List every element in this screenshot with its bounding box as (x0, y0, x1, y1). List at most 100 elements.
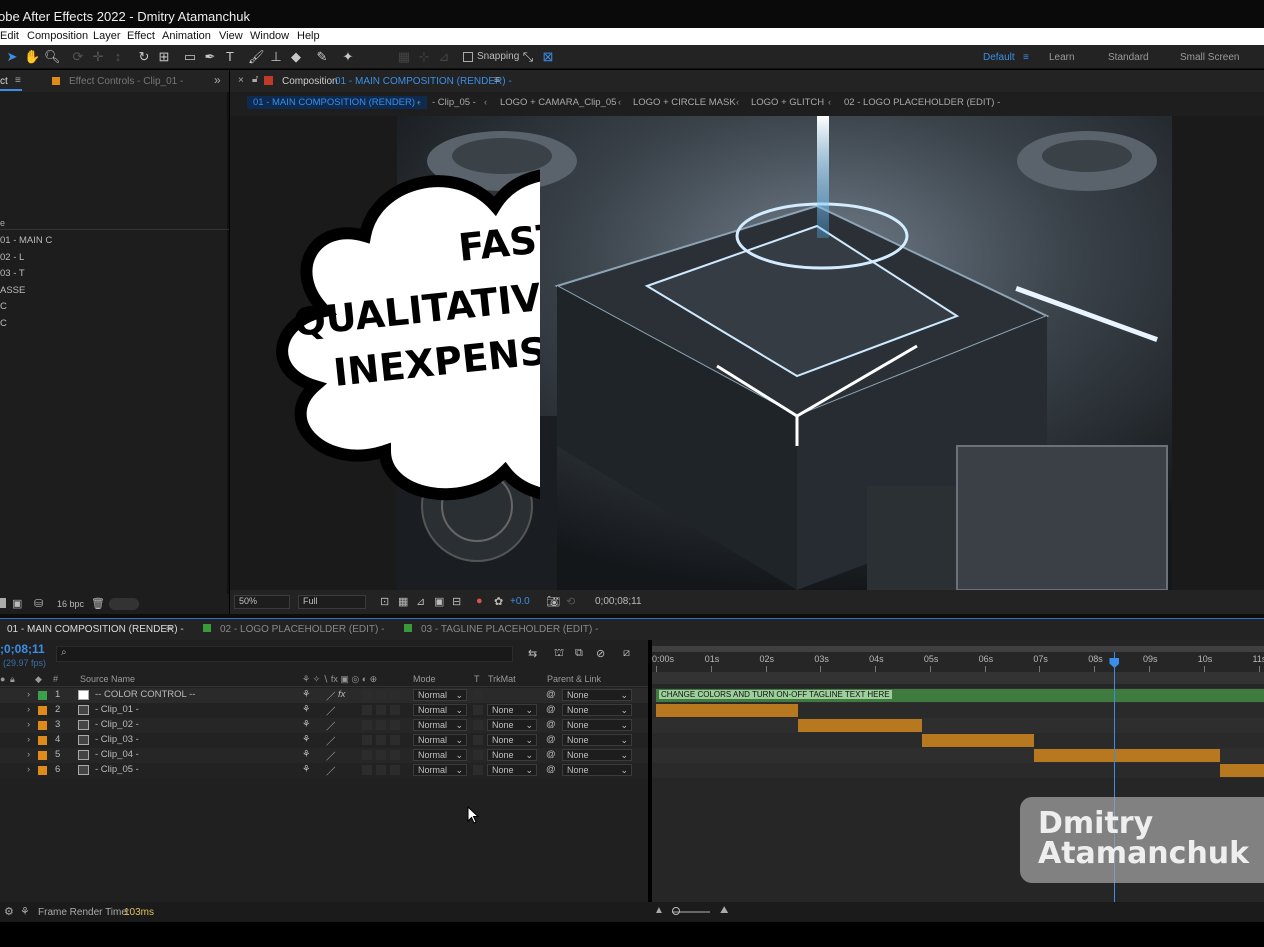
reset-exposure-icon[interactable]: ✿ (494, 595, 503, 608)
layer-row[interactable]: › 1 -- COLOR CONTROL -- ⚘ ／ fx Normal ⌄ @ None ⌄ (0, 688, 648, 703)
layer-source-name[interactable]: -- COLOR CONTROL -- (95, 689, 195, 700)
pan-behind-tool-icon[interactable]: ⊞ (156, 49, 172, 65)
3d-switch[interactable] (390, 750, 400, 760)
type-tool-icon[interactable]: T (222, 49, 238, 65)
shy-switch-icon[interactable]: ⚘ (302, 764, 311, 775)
layer-source-name[interactable]: - Clip_05 - (95, 764, 139, 775)
expand-chevron-icon[interactable]: › (27, 734, 30, 745)
3d-switch[interactable] (390, 765, 400, 775)
adjustment-switch[interactable] (376, 735, 386, 745)
menu-layer[interactable]: Layer (93, 30, 121, 42)
layer-label-color[interactable] (38, 706, 47, 715)
zoom-slider-handle[interactable] (672, 907, 680, 915)
world-axis-icon[interactable]: ⊹ (416, 49, 432, 65)
blend-mode-select[interactable]: Normal ⌄ (413, 689, 467, 701)
thumbnail-slider[interactable] (109, 598, 139, 610)
interpret-footage-icon[interactable] (0, 598, 6, 608)
blend-mode-select[interactable]: Normal ⌄ (413, 764, 467, 776)
layer-source-name[interactable]: - Clip_03 - (95, 734, 139, 745)
time-ruler[interactable]: 0:00s 01s 02s 03s 04s 05s 06s 07s 08s 09s 10s 11s (652, 652, 1264, 672)
zoom-out-icon[interactable]: ▲ (654, 905, 664, 916)
zoom-tool-icon[interactable]: 🔍︎ (44, 49, 61, 65)
trkmat-select[interactable]: None ⌄ (487, 719, 537, 731)
layer-search-input[interactable]: ⌕ (56, 646, 513, 662)
pick-whip-icon[interactable]: @ (546, 764, 556, 775)
motion-blur-switch[interactable] (362, 750, 372, 760)
color-management-icon[interactable]: ● (476, 595, 483, 607)
timeline-tab-main[interactable]: 01 - MAIN COMPOSITION (RENDER) - (7, 624, 184, 635)
preserve-transparency-toggle[interactable] (473, 735, 483, 745)
panel-menu-icon[interactable]: ≡ (494, 75, 500, 86)
parent-select[interactable]: None ⌄ (562, 749, 632, 761)
layer-row[interactable]: › 4 - Clip_03 - ⚘ ／ Normal ⌄ None ⌄ @ None ⌄ (0, 733, 648, 748)
tab-main-composition[interactable]: 01 - MAIN COMPOSITION (RENDER) - (335, 76, 512, 87)
magnification-select[interactable]: 50% (234, 595, 290, 609)
3d-switch[interactable] (390, 705, 400, 715)
roto-brush-tool-icon[interactable]: ✎ (314, 49, 330, 65)
quality-switch-icon[interactable]: ／ (326, 764, 336, 778)
breadcrumb-logo-camara[interactable]: LOGO + CAMARA_Clip_05 (500, 97, 616, 108)
layer-source-name[interactable]: - Clip_01 - (95, 704, 139, 715)
trkmat-select[interactable]: None ⌄ (487, 704, 537, 716)
parent-select[interactable]: None ⌄ (562, 764, 632, 776)
expand-chevron-icon[interactable]: › (27, 719, 30, 730)
hand-tool-icon[interactable]: ✋ (24, 49, 40, 65)
layer-switches-toggle-icon[interactable]: ⚙ (4, 905, 14, 918)
rectangle-tool-icon[interactable]: ▭ (182, 49, 198, 65)
shy-switch-icon[interactable]: ⚘ (302, 749, 311, 760)
quality-switch-icon[interactable]: ／ (326, 689, 336, 703)
clip-duration-bar[interactable] (921, 734, 1034, 747)
comp-mini-flowchart-icon[interactable]: ⇆ (528, 647, 537, 660)
brush-tool-icon[interactable]: 🖌︎ (248, 49, 265, 65)
trkmat-select[interactable]: None ⌄ (487, 749, 537, 761)
layer-number-header[interactable]: # (53, 674, 58, 684)
resolution-select[interactable]: Full (298, 595, 366, 609)
source-name-header[interactable]: Source Name (80, 674, 135, 684)
snapshot-icon[interactable]: 📷︎ (546, 595, 560, 608)
trkmat-header[interactable]: TrkMat (488, 674, 516, 684)
parent-select[interactable]: None ⌄ (562, 689, 632, 701)
quality-switch-icon[interactable]: ／ (326, 734, 336, 748)
quality-switch-icon[interactable]: ／ (326, 704, 336, 718)
puppet-tool-icon[interactable]: ✦ (340, 49, 356, 65)
shy-switch-icon[interactable]: ⚘ (302, 689, 311, 700)
workspace-default[interactable]: Default (983, 52, 1015, 63)
preserve-transparency-toggle[interactable] (473, 765, 483, 775)
workspace-standard[interactable]: Standard (1108, 52, 1149, 63)
parent-select[interactable]: None ⌄ (562, 734, 632, 746)
clip-duration-bar[interactable] (656, 704, 799, 717)
expand-chevron-icon[interactable]: › (27, 749, 30, 760)
breadcrumb-logo-circle[interactable]: LOGO + CIRCLE MASK (633, 97, 736, 108)
layer-label-color[interactable] (38, 766, 47, 775)
3d-switch[interactable] (390, 690, 400, 700)
motion-blur-switch[interactable] (362, 690, 372, 700)
shy-switch-icon[interactable]: ⚘ (302, 704, 311, 715)
adjustment-switch[interactable] (376, 690, 386, 700)
channel-icon[interactable]: ⊟ (452, 595, 461, 608)
blend-mode-select[interactable]: Normal ⌄ (413, 734, 467, 746)
expand-chevron-icon[interactable]: › (27, 689, 30, 700)
breadcrumb-logo-placeholder[interactable]: 02 - LOGO PLACEHOLDER (EDIT) - (844, 97, 1000, 108)
motion-blur-switch[interactable] (362, 735, 372, 745)
3d-switch[interactable] (390, 735, 400, 745)
clip-duration-bar[interactable] (798, 719, 922, 732)
clip-duration-bar[interactable] (1220, 764, 1264, 777)
layer-label-color[interactable] (38, 691, 47, 700)
new-composition-icon[interactable]: ⛁ (34, 597, 43, 610)
menu-view[interactable]: View (219, 30, 243, 42)
layer-label-color[interactable] (38, 751, 47, 760)
composition-viewer[interactable]: FAST QUALITATIVELY INEXPENSIVE (230, 116, 1264, 590)
panel-menu-icon[interactable]: ≡ (166, 623, 172, 634)
selection-tool-icon[interactable]: ➤ (4, 49, 20, 65)
pick-whip-icon[interactable]: @ (546, 734, 556, 745)
mask-visibility-icon[interactable]: ⊿ (416, 595, 425, 608)
menu-animation[interactable]: Animation (162, 30, 211, 42)
motion-blur-switch[interactable] (362, 765, 372, 775)
menu-help[interactable]: Help (297, 30, 320, 42)
time-navigator[interactable] (652, 672, 1264, 684)
draft-3d-icon[interactable]: ⛫ (554, 647, 564, 661)
timeline-tab-logo[interactable]: 02 - LOGO PLACEHOLDER (EDIT) - (220, 624, 384, 635)
layer-label-color[interactable] (38, 736, 47, 745)
adjustment-switch[interactable] (376, 765, 386, 775)
parent-link-header[interactable]: Parent & Link (547, 674, 601, 684)
